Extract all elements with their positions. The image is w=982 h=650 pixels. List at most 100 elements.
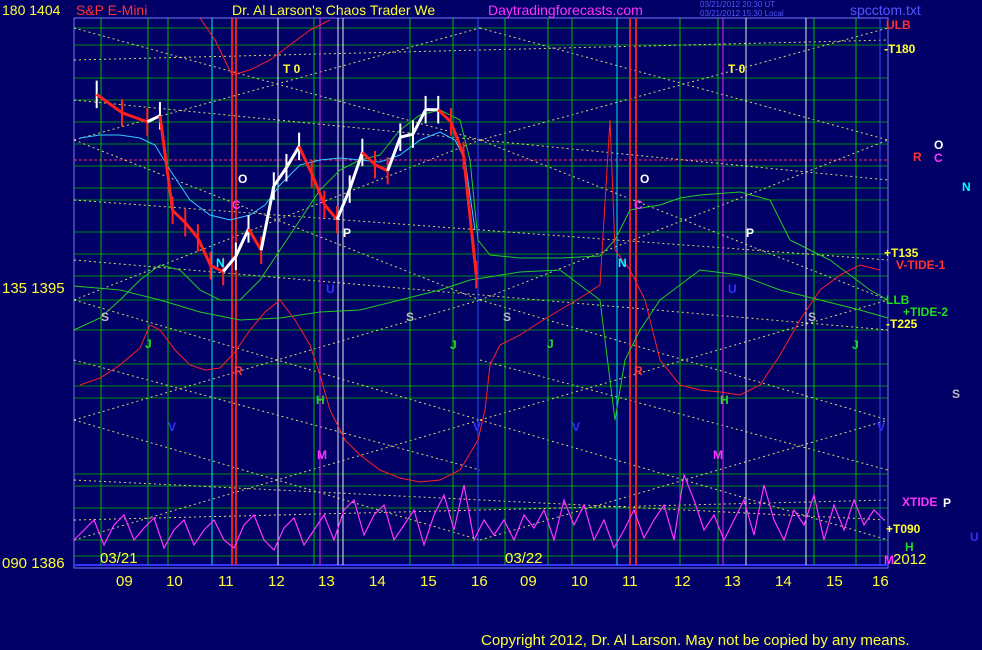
label-r: R bbox=[913, 150, 922, 164]
header-instrument: 180 1404 bbox=[2, 2, 61, 18]
marker-v: V bbox=[473, 420, 482, 434]
price-segment bbox=[285, 145, 301, 169]
indicator-curves bbox=[73, 17, 889, 552]
marker-u: U bbox=[326, 282, 335, 296]
label-u: U bbox=[970, 530, 979, 544]
y-axis-bottom-label: 090 1386 bbox=[2, 555, 65, 572]
marker-j: J bbox=[145, 337, 152, 351]
projection-line bbox=[73, 359, 481, 471]
marker-r: R bbox=[234, 364, 243, 378]
x-tick-hour: 09 bbox=[520, 573, 537, 590]
price-segment bbox=[121, 111, 148, 124]
label-year: 2012 bbox=[893, 551, 927, 568]
x-tick-hour: 14 bbox=[369, 573, 386, 590]
marker-s: S bbox=[503, 310, 512, 324]
x-tick-hour: 12 bbox=[674, 573, 691, 590]
label-t090: +T090 bbox=[886, 522, 921, 536]
x-tick-hour: 12 bbox=[268, 573, 285, 590]
x-tick-hour: 15 bbox=[420, 573, 437, 590]
copyright-notice: Copyright 2012, Dr. Al Larson. May not b… bbox=[481, 632, 910, 649]
price-segment bbox=[184, 221, 200, 239]
marker-t0: T 0 bbox=[728, 62, 746, 76]
x-tick-hour: 13 bbox=[724, 573, 741, 590]
projection-line bbox=[73, 39, 889, 61]
marker-n: N bbox=[216, 256, 225, 270]
label-xtide: XTIDE bbox=[902, 495, 938, 509]
price-segment bbox=[259, 185, 276, 251]
price-segment bbox=[234, 228, 250, 257]
label-t225: -T225 bbox=[886, 317, 918, 331]
projection-line bbox=[479, 359, 889, 471]
y-axis-mid-label: 135 1395 bbox=[2, 280, 65, 297]
price-segment bbox=[95, 93, 123, 114]
marker-o: O bbox=[640, 172, 650, 186]
header-symbol: S&P E-Mini bbox=[76, 2, 148, 18]
marker-v: V bbox=[877, 420, 886, 434]
price-segment bbox=[399, 132, 414, 139]
header-stamp-ut: 03/21/2012 20:30 UT bbox=[700, 0, 776, 9]
marker-p: P bbox=[746, 226, 755, 240]
chart-canvas bbox=[73, 17, 889, 569]
x-tick-hour: 14 bbox=[775, 573, 792, 590]
marker-c: C bbox=[232, 198, 241, 212]
marker-r: R bbox=[634, 364, 643, 378]
header-site[interactable]: Daytradingforecasts.com bbox=[488, 2, 643, 18]
marker-s: S bbox=[101, 310, 110, 324]
marker-s: S bbox=[808, 310, 817, 324]
label-c: C bbox=[934, 151, 943, 165]
label-s: S bbox=[952, 387, 961, 401]
marker-s: S bbox=[406, 310, 415, 324]
session-date-2: 03/22 bbox=[505, 550, 543, 567]
projection-line bbox=[73, 499, 889, 521]
x-tick-hour: 09 bbox=[116, 573, 133, 590]
marker-m: M bbox=[317, 448, 327, 462]
header-stamp-local: 03/21/2012 15:30 Local bbox=[700, 9, 784, 18]
marker-v: V bbox=[168, 420, 177, 434]
x-tick-hour: 16 bbox=[872, 573, 889, 590]
green-trend-curve bbox=[73, 109, 889, 331]
label-t180: -T180 bbox=[884, 42, 916, 56]
red-top-curve bbox=[199, 17, 331, 76]
header-title: Dr. Al Larson's Chaos Trader We bbox=[232, 2, 436, 18]
marker-v: V bbox=[572, 420, 581, 434]
price-segment bbox=[196, 237, 212, 267]
x-tick-hour: 13 bbox=[318, 573, 335, 590]
marker-h: H bbox=[316, 393, 325, 407]
price-segment bbox=[158, 115, 175, 211]
price-segment bbox=[348, 151, 364, 190]
x-tick-hour: 11 bbox=[622, 573, 638, 590]
marker-t0: T 0 bbox=[283, 62, 301, 76]
price-segment bbox=[437, 108, 452, 123]
x-tick-hour: 11 bbox=[218, 573, 234, 590]
label-p: P bbox=[943, 496, 952, 510]
marker-j: J bbox=[450, 338, 457, 352]
marker-c: C bbox=[634, 198, 643, 212]
marker-u: U bbox=[728, 282, 737, 296]
x-tick-hour: 10 bbox=[571, 573, 588, 590]
price-segment bbox=[171, 209, 187, 224]
projection-lines bbox=[73, 27, 889, 541]
price-segment bbox=[323, 203, 339, 221]
marker-n: N bbox=[618, 256, 627, 270]
x-tick-hour: 16 bbox=[471, 573, 488, 590]
label-vtide1: V-TIDE-1 bbox=[896, 258, 946, 272]
marker-j: J bbox=[547, 337, 554, 351]
session-date-1: 03/21 bbox=[100, 550, 138, 567]
grid bbox=[74, 27, 888, 566]
marker-p: P bbox=[343, 226, 352, 240]
x-tick-hour: 10 bbox=[166, 573, 183, 590]
label-ulb: ULB bbox=[886, 18, 911, 32]
marker-h: H bbox=[720, 393, 729, 407]
label-n: N bbox=[962, 180, 971, 194]
projection-line bbox=[73, 259, 889, 331]
header-file: spcctom.txt bbox=[850, 2, 921, 18]
price-bars bbox=[95, 80, 478, 289]
label-o: O bbox=[934, 138, 944, 152]
marker-j: J bbox=[852, 338, 859, 352]
price-segment bbox=[272, 166, 288, 187]
marker-m: M bbox=[713, 448, 723, 462]
price-segment bbox=[146, 114, 161, 124]
price-segment bbox=[222, 255, 238, 273]
projection-line bbox=[73, 199, 889, 261]
x-tick-hour: 15 bbox=[826, 573, 843, 590]
